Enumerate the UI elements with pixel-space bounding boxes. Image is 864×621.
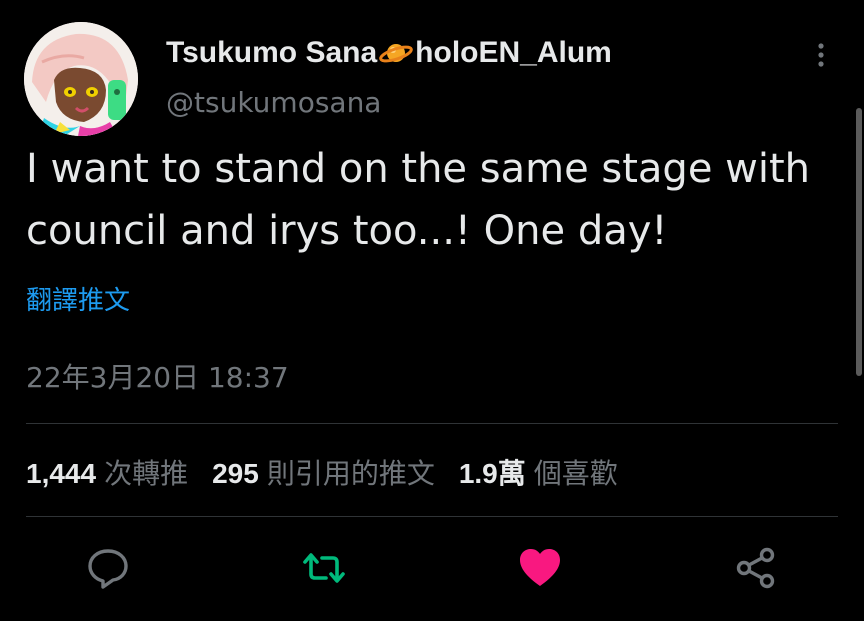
retweets-count: 1,444 [26,458,97,489]
heart-icon [520,549,560,586]
retweets-label: 次轉推 [104,457,189,490]
likes-count: 1.9萬 [458,458,526,489]
likes-stat[interactable]: 1.9萬 個喜歡 [459,452,618,492]
share-nodes-icon [736,547,775,589]
share-button[interactable] [734,546,778,590]
retweets-stat[interactable]: 1,444 次轉推 [26,452,188,492]
tweet-timestamp[interactable]: 22年3月20日 18:37 [26,356,289,396]
avatar-image [24,22,138,136]
reply-button[interactable] [86,546,130,590]
more-options-button[interactable] [806,36,836,76]
planet-emoji-icon [379,39,413,67]
display-name[interactable]: Tsukumo Sana holoEN_Alum [166,36,612,70]
avatar[interactable] [24,22,138,136]
retweet-arrows-icon [303,553,345,583]
divider [26,423,838,424]
tweet-text: I want to stand on the same stage with c… [26,146,811,254]
engagement-stats: 1,444 次轉推 295 則引用的推文 1.9萬 個喜歡 [26,452,642,492]
likes-label: 個喜歡 [533,457,618,490]
translate-tweet-link[interactable]: 翻譯推文 [26,280,130,317]
speech-bubble-icon [88,549,128,589]
quotes-count: 295 [212,458,259,489]
display-name-text: Tsukumo Sana [166,36,378,69]
user-handle[interactable]: @tsukumosana [166,86,381,119]
scrollbar[interactable] [856,108,862,376]
quotes-label: 則引用的推文 [266,457,435,490]
display-name-suffix: holoEN_Alum [415,36,612,69]
quotes-stat[interactable]: 295 則引用的推文 [212,452,435,492]
like-button[interactable] [518,546,562,590]
divider [26,516,838,517]
retweet-button[interactable] [302,546,346,590]
more-vertical-icon [818,43,824,67]
